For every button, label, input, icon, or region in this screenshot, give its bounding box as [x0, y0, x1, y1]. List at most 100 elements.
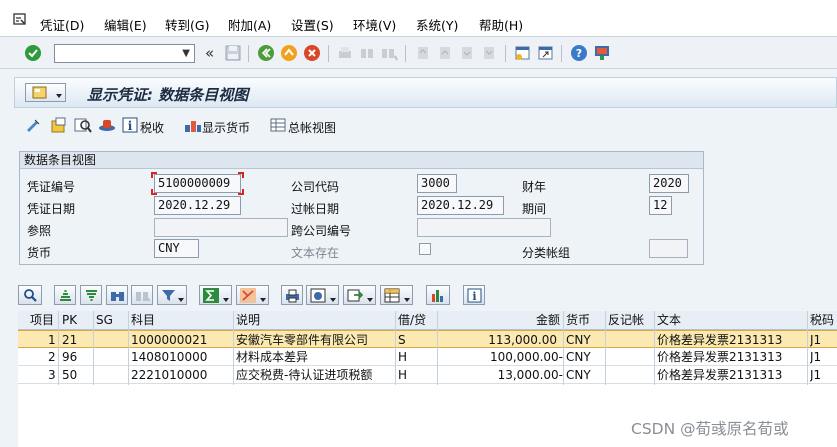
- column-header-item[interactable]: 项目: [30, 311, 54, 329]
- menu-environment[interactable]: 环境(V): [353, 15, 396, 34]
- period-field[interactable]: 12: [649, 196, 672, 215]
- exit-icon[interactable]: [280, 44, 298, 62]
- currency-button-label[interactable]: 显示货币: [202, 119, 250, 136]
- previous-page-icon[interactable]: [436, 44, 454, 62]
- column-header-amount[interactable]: 金额: [536, 311, 560, 329]
- print-grid-button[interactable]: [281, 285, 303, 305]
- currency-field[interactable]: CNY: [154, 239, 199, 258]
- menu-extras[interactable]: 附加(A): [228, 15, 271, 34]
- column-divider[interactable]: [654, 311, 655, 385]
- hat-icon[interactable]: [98, 117, 116, 133]
- column-divider[interactable]: [128, 311, 129, 385]
- document-overview-icon[interactable]: [50, 117, 68, 133]
- export-button[interactable]: [343, 285, 376, 305]
- menu-goto[interactable]: 转到(G): [165, 15, 209, 34]
- doc-no-field[interactable]: 5100000009: [154, 174, 241, 193]
- cell-account[interactable]: 1000000021: [131, 331, 207, 349]
- grid-toolbar: i: [14, 285, 837, 311]
- bar-chart-icon: [432, 290, 443, 302]
- display-search-icon[interactable]: [74, 117, 92, 133]
- column-header-pk[interactable]: PK: [62, 311, 77, 329]
- help-icon[interactable]: ?: [570, 44, 588, 62]
- chevron-down-icon: [404, 298, 410, 302]
- column-divider[interactable]: [807, 311, 808, 385]
- menu-document[interactable]: 凭证(D): [40, 15, 84, 34]
- cell-text: 价格差异发票2131313: [657, 350, 783, 364]
- menu-system[interactable]: 系统(Y): [416, 15, 458, 34]
- cell-account[interactable]: 2221010000: [131, 366, 207, 384]
- create-shortcut-icon[interactable]: [537, 44, 555, 62]
- watermark: CSDN @荀彧原名荀或: [631, 420, 789, 438]
- grid-details-button[interactable]: [18, 285, 42, 305]
- cancel-icon[interactable]: [303, 44, 321, 62]
- column-divider[interactable]: [233, 311, 234, 385]
- cross-company-field[interactable]: [417, 218, 551, 237]
- column-header-currency[interactable]: 货币: [566, 311, 590, 329]
- column-header-tax-code[interactable]: 税码: [810, 311, 834, 329]
- currency-display-icon[interactable]: [184, 117, 202, 133]
- graphic-button[interactable]: [426, 285, 450, 305]
- last-page-icon[interactable]: [480, 44, 498, 62]
- company-code-field[interactable]: 3000: [417, 174, 457, 193]
- tax-button-label[interactable]: 税收: [140, 119, 164, 136]
- menu-help[interactable]: 帮助(H): [479, 15, 523, 34]
- general-ledger-button-label[interactable]: 总帐视图: [288, 119, 336, 136]
- column-divider[interactable]: [563, 311, 564, 385]
- general-ledger-icon[interactable]: [270, 117, 286, 133]
- column-header-reversal[interactable]: 反记帐: [608, 311, 644, 329]
- doc-date-field[interactable]: 2020.12.29: [154, 196, 241, 215]
- menu-button[interactable]: [25, 83, 66, 102]
- filter-button[interactable]: [157, 285, 187, 305]
- table-row[interactable]: 3 50 2221010000 应交税费-待认证进项税额 H 13,000.00…: [18, 366, 837, 384]
- fiscal-year-field[interactable]: 2020: [649, 174, 689, 193]
- sort-ascending-button[interactable]: [54, 285, 76, 305]
- column-divider[interactable]: [605, 311, 606, 385]
- enter-check-icon[interactable]: [24, 44, 42, 62]
- print-icon[interactable]: [336, 44, 354, 62]
- column-header-text[interactable]: 文本: [657, 311, 681, 329]
- next-page-icon[interactable]: [458, 44, 476, 62]
- focus-corner-icon: [151, 189, 157, 195]
- edit-pencil-icon[interactable]: [24, 117, 42, 133]
- find-next-icon[interactable]: [380, 44, 398, 62]
- menu-edit[interactable]: 编辑(E): [104, 15, 147, 34]
- back-icon[interactable]: [257, 44, 275, 62]
- find-icon[interactable]: [358, 44, 376, 62]
- collapse-command-icon[interactable]: «: [205, 44, 214, 62]
- posting-date-field[interactable]: 2020.12.29: [417, 196, 504, 215]
- reference-field[interactable]: [154, 218, 288, 237]
- column-divider[interactable]: [58, 311, 59, 385]
- text-exists-checkbox[interactable]: [419, 243, 431, 255]
- menu-logo-icon[interactable]: [13, 13, 27, 26]
- column-header-description[interactable]: 说明: [236, 311, 260, 329]
- find-in-grid-button[interactable]: [106, 285, 128, 305]
- save-icon[interactable]: [224, 44, 242, 62]
- total-button[interactable]: [199, 285, 232, 305]
- layout-button[interactable]: [380, 285, 413, 305]
- customize-layout-icon[interactable]: [593, 44, 611, 62]
- column-divider[interactable]: [437, 311, 438, 385]
- find-next-in-grid-button[interactable]: [131, 285, 153, 305]
- sort-descending-button[interactable]: [80, 285, 102, 305]
- subtotal-button[interactable]: [236, 285, 269, 305]
- info-icon[interactable]: i: [122, 117, 138, 133]
- grid-info-button[interactable]: i: [463, 285, 485, 305]
- dropdown-arrow-icon[interactable]: ▼: [182, 48, 190, 59]
- column-divider[interactable]: [395, 311, 396, 385]
- column-header-debit-credit[interactable]: 借/贷: [398, 311, 426, 329]
- menu-settings[interactable]: 设置(S): [291, 15, 334, 34]
- column-header-account[interactable]: 科目: [131, 311, 155, 329]
- chevron-down-icon: [330, 298, 336, 302]
- first-page-icon[interactable]: [414, 44, 432, 62]
- command-field[interactable]: ▼: [54, 44, 195, 63]
- table-row[interactable]: 1 21 1000000021 安徽汽车零部件有限公司 S 113,000.00…: [18, 330, 837, 348]
- cell-account[interactable]: 1408010000: [131, 348, 207, 366]
- new-session-icon[interactable]: [514, 44, 532, 62]
- table-row[interactable]: 2 96 1408010000 材料成本差异 H 100,000.00- CNY…: [18, 348, 837, 366]
- views-button[interactable]: [306, 285, 339, 305]
- column-divider[interactable]: [93, 311, 94, 385]
- svg-text:i: i: [128, 119, 133, 133]
- ledger-group-field[interactable]: [649, 239, 688, 258]
- column-header-sg[interactable]: SG: [96, 311, 113, 329]
- focus-corner-icon: [151, 172, 157, 178]
